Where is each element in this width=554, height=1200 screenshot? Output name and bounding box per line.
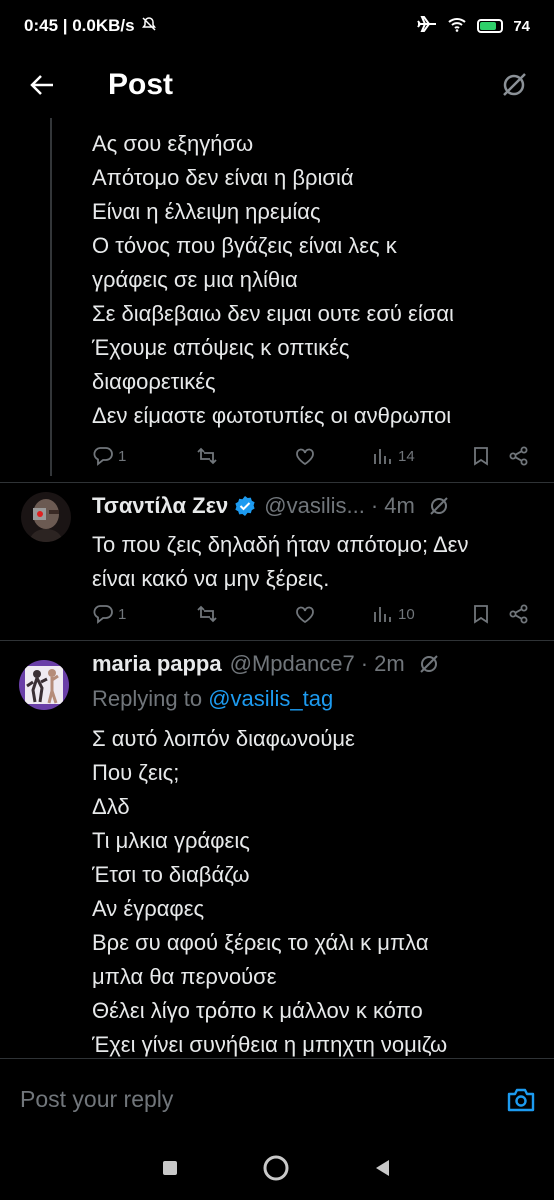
- grok-icon[interactable]: [427, 494, 451, 518]
- views-count: 10: [398, 605, 415, 623]
- reply-composer: [0, 1058, 554, 1140]
- views-icon: [374, 449, 391, 464]
- like-button[interactable]: [294, 445, 372, 467]
- reply-icon: [93, 605, 113, 624]
- status-right: 74: [417, 15, 530, 37]
- system-nav-bar: [0, 1140, 554, 1200]
- recents-button[interactable]: [161, 1159, 179, 1182]
- share-button[interactable]: [508, 445, 530, 467]
- heart-icon: [296, 606, 314, 624]
- timestamp: · 4m: [370, 493, 415, 518]
- tweet2-actions: 1 10: [92, 599, 532, 629]
- avatar-robot-image: [21, 492, 71, 542]
- display-name[interactable]: maria pappa: [92, 651, 222, 677]
- replying-to-label: Replying to: [92, 686, 209, 711]
- repost-button[interactable]: [196, 445, 294, 467]
- views-button[interactable]: 10: [372, 603, 470, 625]
- bookmark-button[interactable]: [470, 445, 508, 467]
- mute-bell-icon: [141, 16, 157, 37]
- views-icon: [374, 607, 391, 622]
- divider: [0, 640, 554, 641]
- circle-icon: [263, 1155, 289, 1180]
- handle[interactable]: @Mpdance7: [230, 651, 355, 677]
- tweet2-header: Τσαντίλα Ζεν @vasilis... · 4m: [92, 493, 451, 519]
- mention-link[interactable]: @vasilis_tag: [208, 686, 333, 711]
- page-title: Post: [108, 68, 174, 101]
- status-left: 0:45 | 0.0KB/s: [24, 16, 157, 37]
- thread-line: [50, 118, 52, 476]
- verified-badge-icon: [234, 495, 256, 517]
- battery-level: 74: [513, 17, 530, 35]
- share-button[interactable]: [508, 603, 530, 625]
- reply-icon: [93, 447, 113, 466]
- back-button[interactable]: [20, 63, 64, 107]
- grok-icon: [503, 73, 526, 96]
- battery-icon: [477, 19, 504, 33]
- bookmark-icon: [474, 605, 488, 624]
- share-icon: [509, 446, 528, 466]
- home-button[interactable]: [262, 1154, 290, 1187]
- reply-input[interactable]: [18, 1085, 506, 1114]
- repost-button[interactable]: [196, 603, 294, 625]
- reply-count: 1: [118, 605, 127, 623]
- avatar[interactable]: [19, 660, 69, 710]
- bookmark-button[interactable]: [470, 603, 508, 625]
- display-name[interactable]: Τσαντίλα Ζεν: [92, 493, 228, 519]
- camera-icon: [507, 1088, 535, 1111]
- tweet1-text: Ας σου εξηγήσω Απότομο δεν είναι η βρισι…: [92, 131, 454, 428]
- views-button[interactable]: 14: [372, 445, 470, 467]
- header: Post: [0, 52, 554, 118]
- divider: [0, 482, 554, 483]
- grok-button[interactable]: [494, 65, 534, 105]
- share-icon: [509, 604, 528, 624]
- heart-icon: [296, 448, 314, 466]
- triangle-back-icon: [375, 1159, 389, 1176]
- avatar[interactable]: [21, 492, 71, 542]
- timestamp: · 2m: [360, 651, 405, 676]
- system-back-button[interactable]: [373, 1158, 393, 1183]
- status-time-speed: 0:45 | 0.0KB/s: [24, 16, 135, 35]
- status-bar: 0:45 | 0.0KB/s 74: [0, 0, 554, 52]
- grok-icon[interactable]: [417, 652, 441, 676]
- airplane-icon: [417, 15, 437, 37]
- avatar-dancers-image: [19, 660, 69, 710]
- square-icon: [163, 1160, 178, 1175]
- reply-count: 1: [118, 447, 127, 465]
- tweet3-header: maria pappa @Mpdance7 · 2m: [92, 651, 441, 677]
- tweet3-text: Σ αυτό λοιπόν διαφωνούμε Που ζεις; Δλδ Τ…: [92, 726, 448, 1057]
- repost-icon: [197, 605, 217, 623]
- back-arrow-icon: [30, 75, 53, 95]
- reply-button[interactable]: 1: [92, 445, 196, 467]
- like-button[interactable]: [294, 603, 372, 625]
- tweet1-actions: 1 14: [92, 441, 532, 471]
- wifi-icon: [447, 16, 467, 36]
- handle[interactable]: @vasilis...: [264, 493, 365, 519]
- views-count: 14: [398, 447, 415, 465]
- repost-icon: [197, 447, 217, 465]
- tweet2-text: Το που ζεις δηλαδή ήταν απότομο; Δεν είν…: [92, 532, 469, 591]
- reply-button[interactable]: 1: [92, 603, 196, 625]
- bookmark-icon: [474, 447, 488, 466]
- camera-button[interactable]: [506, 1086, 536, 1114]
- replying-to: Replying to @vasilis_tag: [92, 686, 333, 712]
